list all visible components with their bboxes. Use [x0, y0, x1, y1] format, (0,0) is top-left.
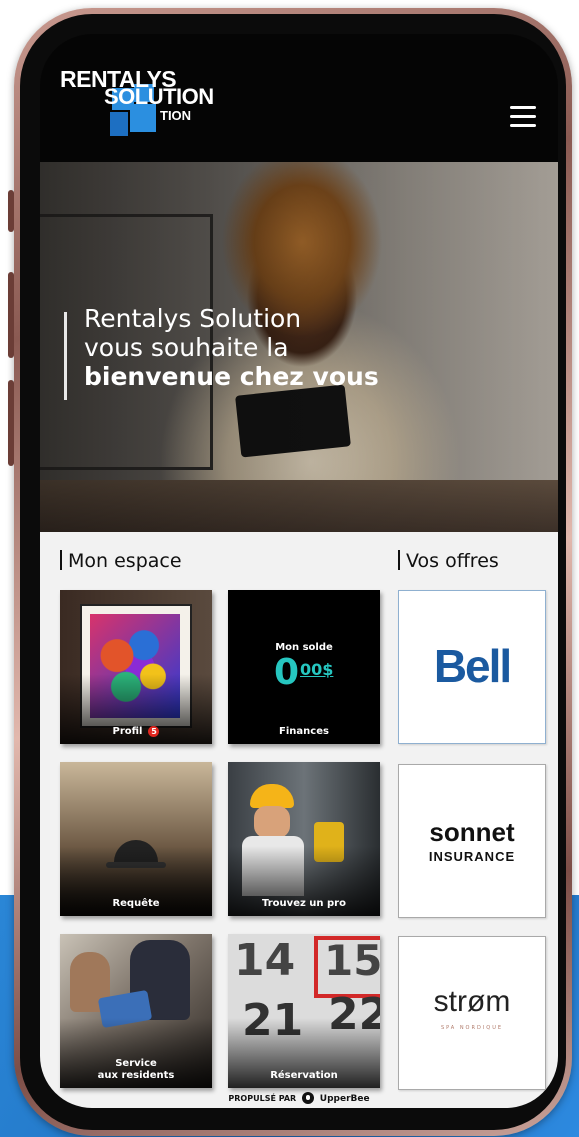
top-bar: RENTALYS SOLUTION TION — [40, 34, 558, 162]
tile-trouvez-un-pro[interactable]: Trouvez un pro — [228, 762, 380, 916]
hard-hat-icon — [250, 784, 294, 808]
tile-service-label: Service aux residents — [97, 1058, 175, 1081]
balance-amount-cents: 00$ — [300, 660, 334, 679]
logo-text-solution: SOLUTION — [104, 84, 214, 109]
tile-requete[interactable]: Requête — [60, 762, 212, 916]
offer-sonnet[interactable]: sonnet INSURANCE — [398, 764, 546, 918]
balance-caption: Mon solde — [275, 642, 333, 653]
hamburger-menu-icon[interactable] — [510, 106, 536, 128]
tile-profil[interactable]: Profil 5 — [60, 590, 212, 744]
upperbee-brand[interactable]: UpperBee — [320, 1094, 370, 1104]
tile-reservation-label: Réservation — [270, 1070, 338, 1081]
sonnet-subtitle: INSURANCE — [428, 849, 516, 864]
offer-bell[interactable]: Bell — [398, 590, 546, 744]
calendar-number: 15 — [324, 936, 380, 985]
tile-profil-label: Profil 5 — [60, 726, 212, 738]
tile-requete-label: Requête — [112, 898, 160, 909]
bell-logo: Bell — [433, 640, 512, 692]
tile-finances[interactable]: Mon solde 0 00$ Finances — [228, 590, 380, 744]
welcome-accent-bar — [64, 312, 67, 400]
phone-volume-up-button — [8, 272, 14, 358]
mon-espace-heading: Mon espace — [60, 550, 182, 572]
tile-trouvez-un-pro-label: Trouvez un pro — [262, 898, 346, 909]
hero-banner: Rentalys Solution vous souhaite la bienv… — [40, 162, 558, 532]
vos-offres-heading: Vos offres — [398, 550, 499, 572]
sonnet-logo: sonnet — [429, 817, 515, 847]
balance-amount-int: 0 — [274, 652, 300, 693]
upperbee-icon — [301, 1092, 314, 1104]
notification-badge: 5 — [148, 726, 160, 737]
powered-by-footer: PROPULSÉ PAR UpperBee — [228, 1092, 370, 1104]
dashboard-content: Mon espace Vos offres Profil 5 Mon solde … — [40, 532, 558, 1108]
logo-text-tion: TION — [160, 108, 192, 123]
rentalys-logo[interactable]: RENTALYS SOLUTION TION — [58, 64, 218, 144]
tile-service-aux-residents[interactable]: Service aux residents — [60, 934, 212, 1088]
tile-finances-label: Finances — [279, 726, 329, 737]
welcome-line-1: Rentalys Solution — [84, 304, 302, 333]
welcome-line-2: vous souhaite la — [84, 333, 289, 362]
phone-mute-button — [8, 190, 14, 232]
welcome-line-3: bienvenue chez vous — [84, 362, 379, 391]
logo-block — [110, 112, 128, 136]
strom-subtitle: SPA NORDIQUE — [440, 1025, 504, 1031]
offer-strom[interactable]: strøm SPA NORDIQUE — [398, 936, 546, 1090]
calendar-number: 14 — [234, 935, 296, 986]
tile-reservation[interactable]: 14 15 21 22 Réservation — [228, 934, 380, 1088]
phone-volume-down-button — [8, 380, 14, 466]
strom-logo: strøm — [433, 985, 511, 1018]
app-screen: RENTALYS SOLUTION TION Rentalys Solution… — [40, 34, 558, 1108]
